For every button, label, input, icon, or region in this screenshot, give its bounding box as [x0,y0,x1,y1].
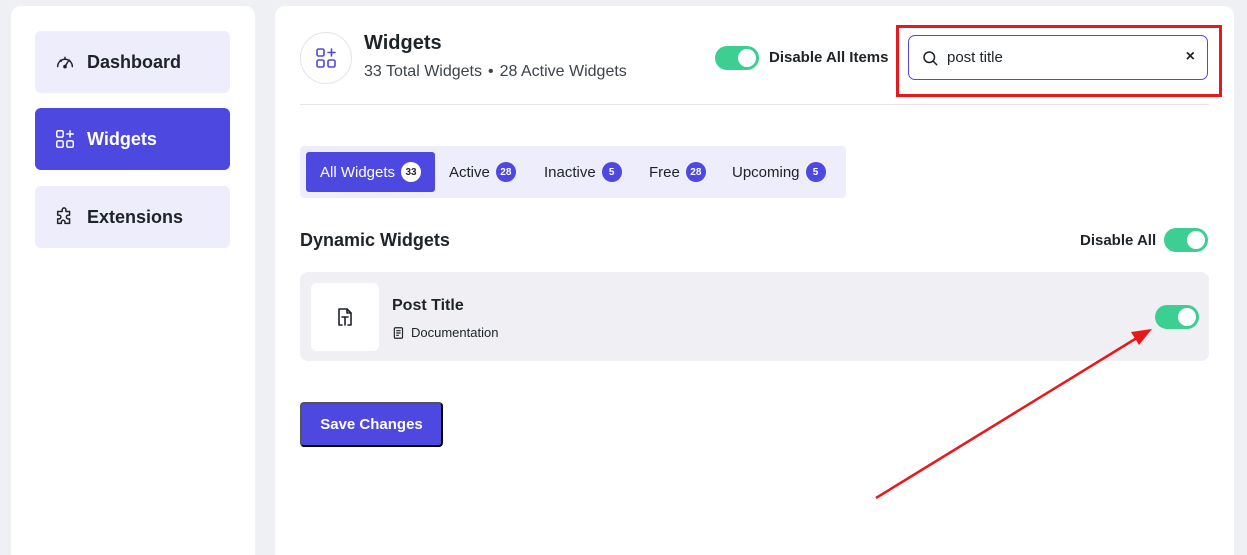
tab-label: All Widgets [320,163,396,181]
tab-inactive[interactable]: Inactive 5 [530,152,636,192]
count-badge: 33 [401,162,422,182]
count-badge: 5 [601,162,622,182]
page-title: Widgets [364,32,442,54]
clear-search-icon[interactable]: × [1186,48,1195,66]
total-widgets-count: 33 Total Widgets [364,63,482,80]
tab-label: Free [649,163,680,181]
widget-stats: 33 Total Widgets • 28 Active Widgets [364,63,627,81]
puzzle-icon [53,205,77,229]
sidebar-item-label: Widgets [87,128,157,149]
disable-all-items-toggle[interactable] [715,46,759,70]
sidebar: Dashboard Widgets Extensions [11,6,255,555]
tab-label: Inactive [544,163,596,181]
sidebar-item-dashboard[interactable]: Dashboard [35,31,230,93]
count-badge: 5 [805,162,826,182]
tab-label: Upcoming [732,163,800,181]
tab-all-widgets[interactable]: All Widgets 33 [306,152,436,192]
active-widgets-count: 28 Active Widgets [499,63,627,80]
sidebar-item-label: Dashboard [87,51,182,72]
section-title: Dynamic Widgets [300,230,450,250]
widget-card-post-title: Post Title Documentation [300,272,1209,361]
tab-free[interactable]: Free 28 [635,152,720,192]
widget-name: Post Title [392,297,464,314]
documentation-label: Documentation [411,325,499,340]
tab-label: Active [449,163,490,181]
main-panel: Widgets 33 Total Widgets • 28 Active Widge… [275,6,1234,555]
search-field[interactable]: × [908,35,1208,80]
documentation-link[interactable]: Documentation [392,325,498,340]
count-badge: 28 [685,162,706,182]
widget-enable-toggle[interactable] [1155,305,1199,329]
divider [300,104,1209,105]
document-icon [393,326,404,339]
save-changes-button[interactable]: Save Changes [300,402,443,447]
stats-separator: • [488,63,494,80]
sidebar-item-widgets[interactable]: Widgets [35,108,230,170]
disable-all-items-label: Disable All Items [769,49,889,66]
dashboard-gauge-icon [53,50,77,74]
disable-all-label: Disable All [1080,232,1157,249]
post-title-icon [311,283,379,351]
sidebar-item-extensions[interactable]: Extensions [35,186,230,248]
widgets-grid-icon [53,127,77,151]
widgets-grid-icon [300,32,352,84]
disable-all-toggle[interactable] [1164,228,1208,252]
count-badge: 28 [495,162,516,182]
tab-active[interactable]: Active 28 [435,152,530,192]
tab-upcoming[interactable]: Upcoming 5 [718,152,840,192]
search-icon [923,50,938,65]
sidebar-item-label: Extensions [87,206,184,227]
filter-tabs: All Widgets 33 Active 28 Inactive 5 Free… [300,146,846,198]
search-input[interactable] [947,49,1167,66]
